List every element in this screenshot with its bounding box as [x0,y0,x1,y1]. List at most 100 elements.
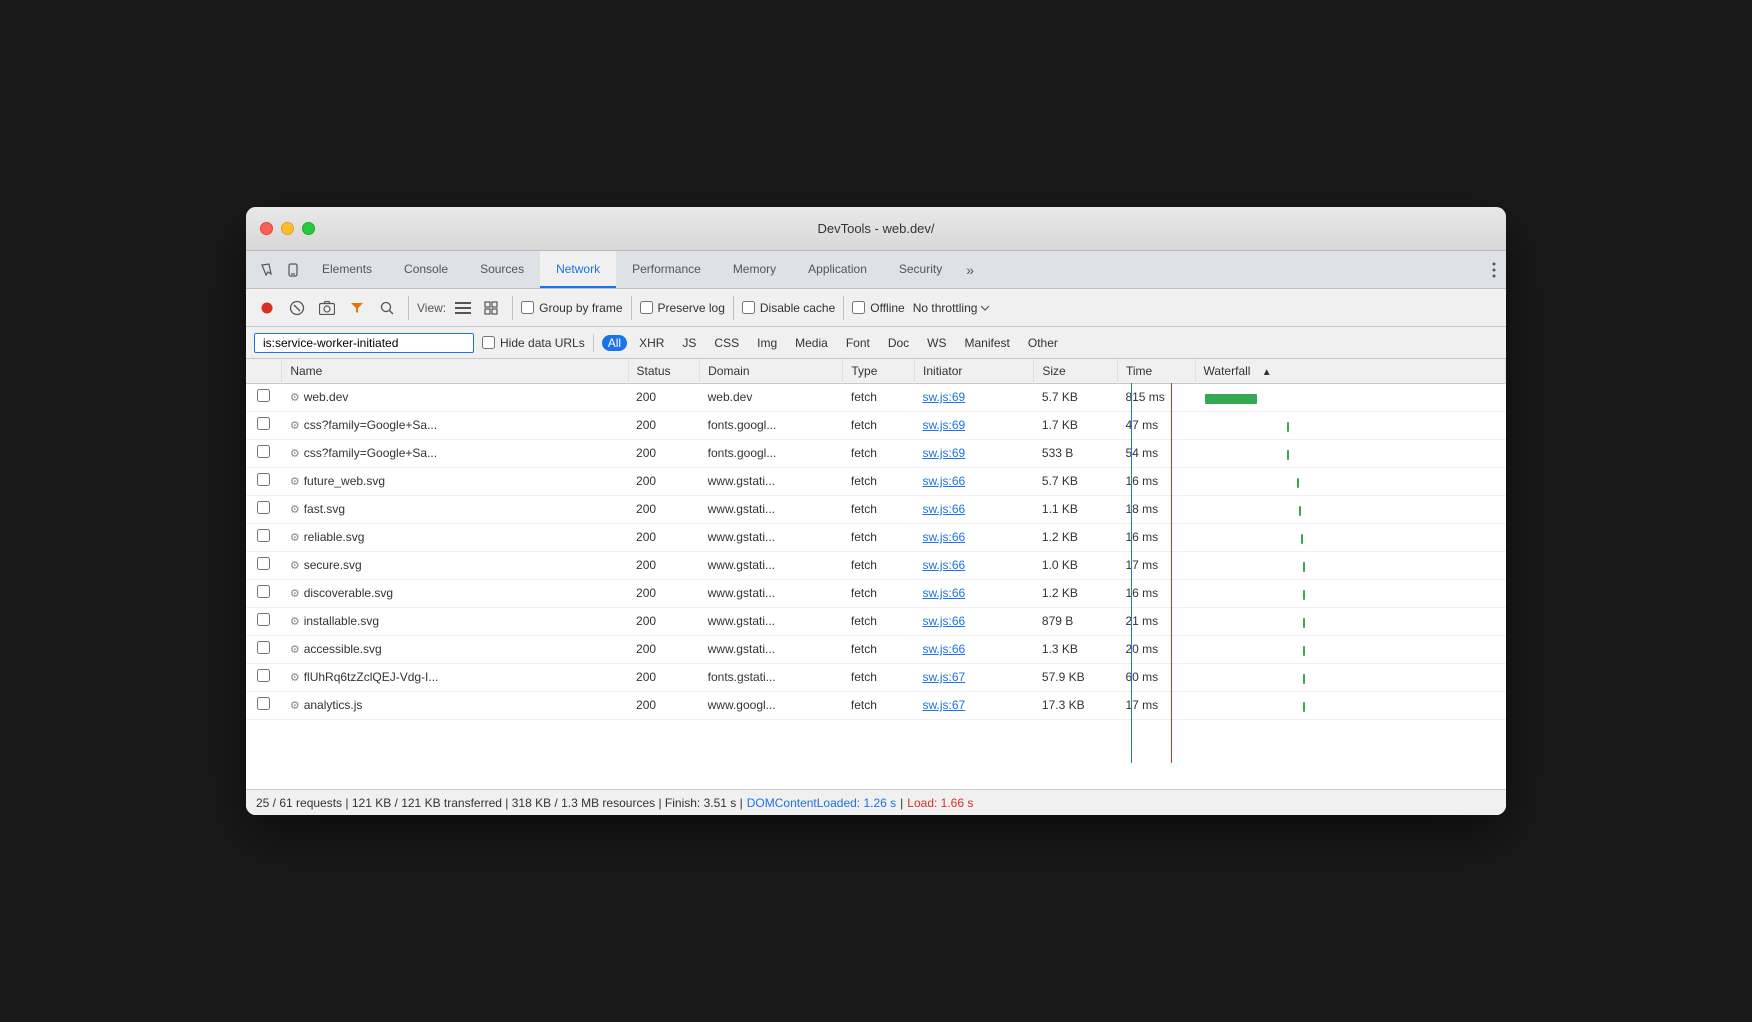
filter-ws-button[interactable]: WS [921,335,952,351]
row-domain: fonts.gstati... [700,663,843,691]
filter-button[interactable] [344,295,370,321]
tab-console[interactable]: Console [388,251,464,288]
row-checkbox[interactable] [257,669,270,682]
table-row[interactable]: ⚙web.dev200web.devfetchsw.js:695.7 KB815… [246,383,1506,411]
row-checkbox[interactable] [257,697,270,710]
service-worker-icon: ⚙ [290,447,300,460]
table-row[interactable]: ⚙installable.svg200www.gstati...fetchsw.… [246,607,1506,635]
tab-security[interactable]: Security [883,251,958,288]
row-name: ⚙installable.svg [282,607,628,635]
table-row[interactable]: ⚙discoverable.svg200www.gstati...fetchsw… [246,579,1506,607]
offline-check[interactable]: Offline [852,301,904,315]
row-checkbox[interactable] [257,557,270,570]
table-row[interactable]: ⚙secure.svg200www.gstati...fetchsw.js:66… [246,551,1506,579]
table-row[interactable]: ⚙css?family=Google+Sa...200fonts.googl..… [246,439,1506,467]
col-time-header[interactable]: Time [1117,359,1195,383]
tab-memory[interactable]: Memory [717,251,792,288]
table-row[interactable]: ⚙fast.svg200www.gstati...fetchsw.js:661.… [246,495,1506,523]
tab-sources[interactable]: Sources [464,251,540,288]
col-type-header[interactable]: Type [843,359,915,383]
row-checkbox[interactable] [257,473,270,486]
row-initiator[interactable]: sw.js:66 [923,558,966,572]
col-waterfall-header[interactable]: Waterfall ▲ [1195,359,1505,383]
close-button[interactable] [260,222,273,235]
tab-performance[interactable]: Performance [616,251,717,288]
service-worker-icon: ⚙ [290,391,300,404]
row-checkbox[interactable] [257,613,270,626]
row-domain: fonts.googl... [700,411,843,439]
row-initiator[interactable]: sw.js:66 [923,586,966,600]
filter-manifest-button[interactable]: Manifest [959,335,1016,351]
filter-xhr-button[interactable]: XHR [633,335,670,351]
table-row[interactable]: ⚙analytics.js200www.googl...fetchsw.js:6… [246,691,1506,719]
group-by-frame-check[interactable]: Group by frame [521,301,622,315]
disable-cache-check[interactable]: Disable cache [742,301,835,315]
filter-media-button[interactable]: Media [789,335,834,351]
row-domain: www.gstati... [700,607,843,635]
filter-doc-button[interactable]: Doc [882,335,915,351]
statusbar: 25 / 61 requests | 121 KB / 121 KB trans… [246,789,1506,815]
filter-js-button[interactable]: JS [676,335,702,351]
tab-network[interactable]: Network [540,251,616,288]
search-button[interactable] [374,295,400,321]
col-name-header[interactable]: Name [282,359,628,383]
row-initiator[interactable]: sw.js:66 [923,474,966,488]
row-initiator[interactable]: sw.js:66 [923,614,966,628]
menu-dots-button[interactable] [1482,251,1506,288]
row-initiator[interactable]: sw.js:67 [923,670,966,684]
row-initiator[interactable]: sw.js:67 [923,698,966,712]
maximize-button[interactable] [302,222,315,235]
list-view-button[interactable] [450,295,476,321]
row-status: 200 [628,691,700,719]
col-size-header[interactable]: Size [1034,359,1118,383]
row-initiator[interactable]: sw.js:66 [923,642,966,656]
hide-data-urls-check[interactable]: Hide data URLs [482,336,585,350]
minimize-button[interactable] [281,222,294,235]
more-tabs-button[interactable]: » [958,251,982,288]
row-initiator[interactable]: sw.js:69 [923,390,966,404]
row-checkbox[interactable] [257,389,270,402]
row-name: ⚙css?family=Google+Sa... [282,411,628,439]
col-status-header[interactable]: Status [628,359,700,383]
tab-application[interactable]: Application [792,251,883,288]
row-initiator[interactable]: sw.js:66 [923,530,966,544]
table-row[interactable]: ⚙css?family=Google+Sa...200fonts.googl..… [246,411,1506,439]
record-button[interactable] [254,295,280,321]
row-initiator[interactable]: sw.js:69 [923,418,966,432]
col-domain-header[interactable]: Domain [700,359,843,383]
row-size: 5.7 KB [1034,383,1118,411]
row-waterfall [1195,691,1505,719]
statusbar-text: 25 / 61 requests | 121 KB / 121 KB trans… [256,796,743,810]
row-checkbox[interactable] [257,445,270,458]
preserve-log-check[interactable]: Preserve log [640,301,725,315]
row-checkbox[interactable] [257,529,270,542]
filter-all-button[interactable]: All [602,335,627,351]
table-body: ⚙web.dev200web.devfetchsw.js:695.7 KB815… [246,383,1506,719]
filter-row: Hide data URLs All XHR JS CSS Img Media … [246,327,1506,359]
filter-other-button[interactable]: Other [1022,335,1064,351]
table-row[interactable]: ⚙reliable.svg200www.gstati...fetchsw.js:… [246,523,1506,551]
tab-elements[interactable]: Elements [306,251,388,288]
filter-input[interactable] [254,333,474,353]
table-row[interactable]: ⚙accessible.svg200www.gstati...fetchsw.j… [246,635,1506,663]
grid-view-button[interactable] [478,295,504,321]
row-initiator[interactable]: sw.js:66 [923,502,966,516]
table-header-row: Name Status Domain Type Initiator Size T… [246,359,1506,383]
clear-button[interactable] [284,295,310,321]
waterfall-tick [1287,450,1289,460]
filter-font-button[interactable]: Font [840,335,876,351]
col-initiator-header[interactable]: Initiator [915,359,1034,383]
table-row[interactable]: ⚙future_web.svg200www.gstati...fetchsw.j… [246,467,1506,495]
row-initiator[interactable]: sw.js:69 [923,446,966,460]
row-checkbox[interactable] [257,585,270,598]
filter-img-button[interactable]: Img [751,335,783,351]
table-row[interactable]: ⚙flUhRq6tzZclQEJ-Vdg-I...200fonts.gstati… [246,663,1506,691]
row-checkbox[interactable] [257,417,270,430]
throttle-select[interactable]: No throttling [913,301,991,315]
row-type: fetch [843,411,915,439]
row-checkbox[interactable] [257,641,270,654]
filter-css-button[interactable]: CSS [708,335,745,351]
screenshot-button[interactable] [314,295,340,321]
row-waterfall [1195,635,1505,663]
row-checkbox[interactable] [257,501,270,514]
